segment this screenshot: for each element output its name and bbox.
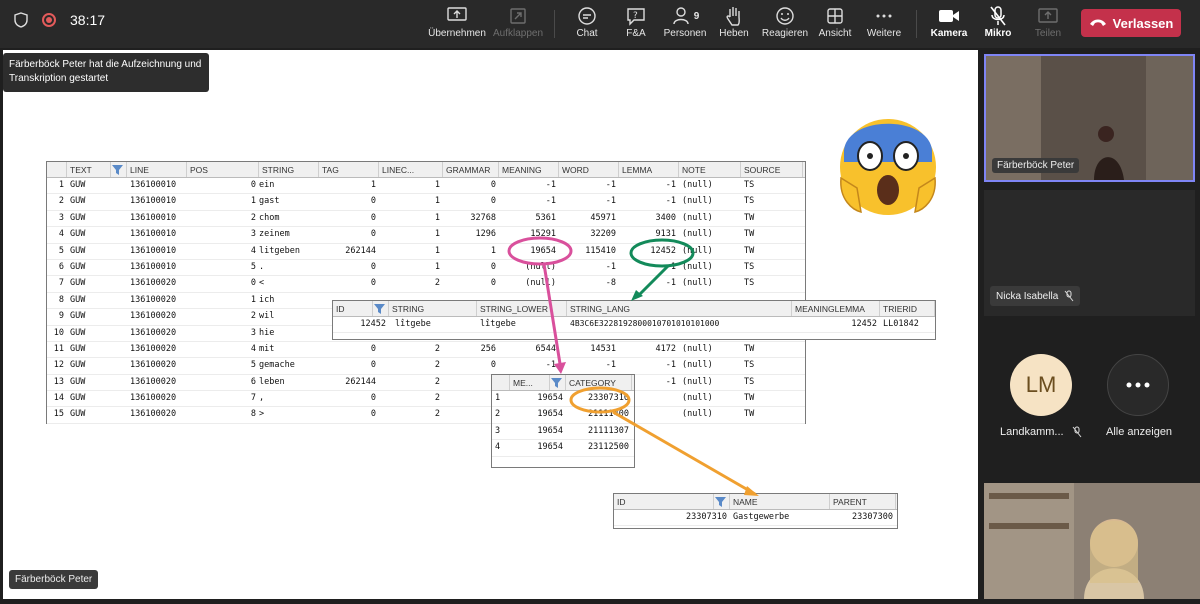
shield-icon xyxy=(14,12,28,28)
participant-video-self xyxy=(984,483,1200,599)
meeting-timer: 38:17 xyxy=(70,12,106,28)
participant-label-landkamm: Landkamm... xyxy=(1000,426,1082,438)
annotation-layer xyxy=(507,119,936,496)
leave-button[interactable]: Verlassen xyxy=(1081,9,1181,37)
pink-arrow-annotation xyxy=(542,263,563,371)
expand-button[interactable]: Aufklappen xyxy=(486,4,550,46)
mic-muted-icon xyxy=(990,6,1006,26)
orange-circle-annotation xyxy=(569,386,631,414)
participant-tile-nicka[interactable]: Nicka Isabella xyxy=(984,190,1195,316)
expand-icon xyxy=(510,8,526,24)
mic-muted-icon xyxy=(1064,290,1074,302)
smiley-icon xyxy=(776,7,794,25)
more-icon xyxy=(876,14,892,18)
people-icon xyxy=(673,7,689,25)
orange-arrow-annotation xyxy=(612,410,756,496)
recording-icon[interactable] xyxy=(42,13,56,27)
raise-hand-icon xyxy=(726,7,740,26)
self-video-feed xyxy=(984,483,1200,599)
toolbar-left: 38:17 xyxy=(14,12,105,28)
more-button[interactable]: Weitere xyxy=(852,4,916,46)
share-screen-icon xyxy=(447,7,467,21)
view-grid-icon xyxy=(827,8,843,24)
shared-screen: TEXT LINE POS STRING TAG LINEC... GRAMMA… xyxy=(3,50,978,599)
avatar[interactable]: LM xyxy=(1010,354,1072,416)
pink-circle-annotation xyxy=(507,236,573,266)
camera-icon xyxy=(939,10,959,22)
share-tray-icon xyxy=(1038,8,1058,23)
show-all-button[interactable] xyxy=(1107,354,1169,416)
qa-icon: ? xyxy=(627,8,645,26)
chat-icon xyxy=(578,7,596,25)
meeting-toolbar: 38:17 Übernehmen Aufklappen Chat ? F&A 9… xyxy=(0,0,1200,48)
mic-muted-icon xyxy=(1072,426,1081,438)
recording-notification: Färberböck Peter hat die Aufzeichnung un… xyxy=(3,53,209,92)
participant-video-peter[interactable]: Färberböck Peter xyxy=(984,54,1195,182)
svg-text:?: ? xyxy=(633,11,638,21)
screaming-face-icon xyxy=(840,119,936,215)
hang-up-icon xyxy=(1089,19,1106,26)
green-circle-annotation xyxy=(629,238,695,268)
show-all-label: Alle anzeigen xyxy=(1106,426,1173,438)
green-arrow-annotation xyxy=(635,264,670,299)
presenter-name-tag: Färberböck Peter xyxy=(9,570,99,589)
share-tray-button[interactable]: Teilen xyxy=(1016,4,1080,46)
share-screen-button[interactable]: Übernehmen xyxy=(425,4,489,46)
more-icon xyxy=(1126,382,1150,388)
